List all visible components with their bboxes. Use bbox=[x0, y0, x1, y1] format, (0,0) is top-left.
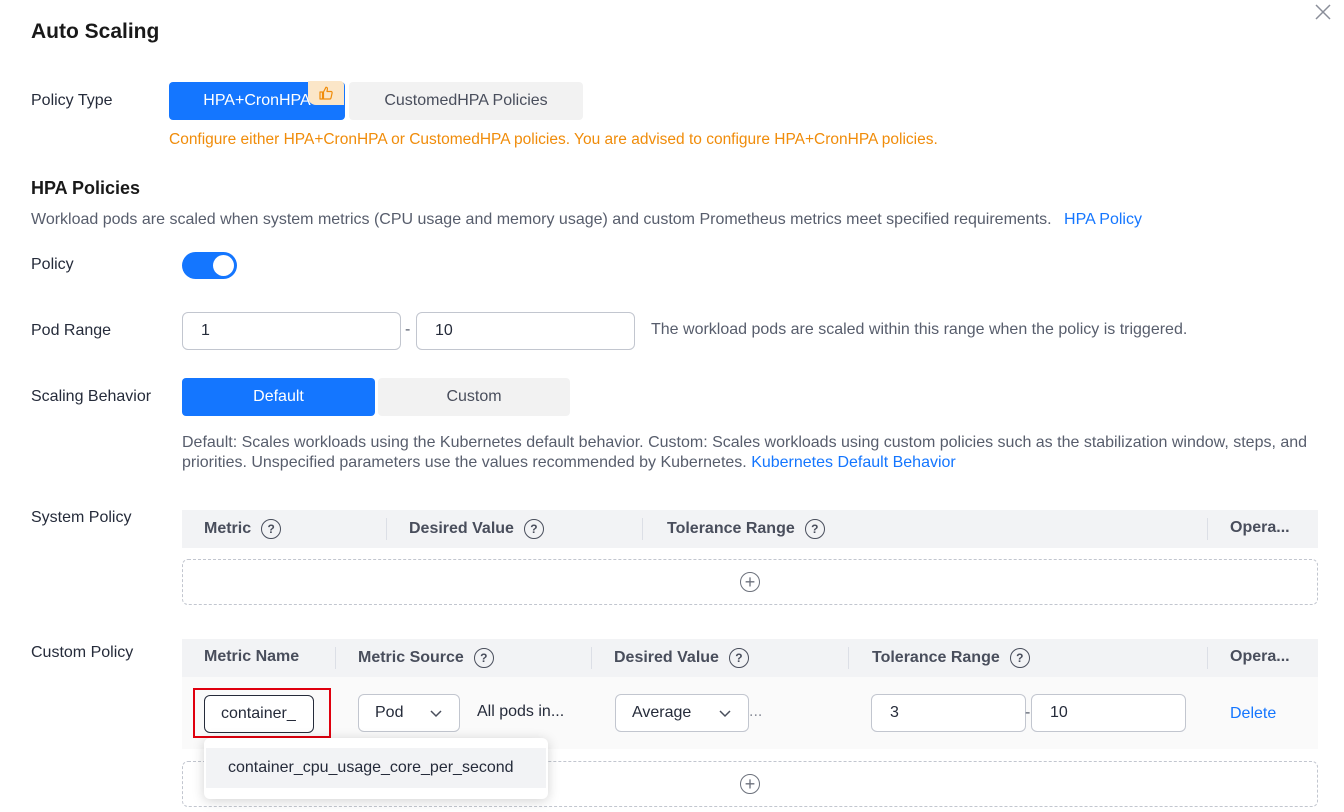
chevron-down-icon bbox=[430, 710, 442, 718]
metric-source-select[interactable]: Pod bbox=[358, 694, 460, 732]
policy-type-warning: Configure either HPA+CronHPA or Customed… bbox=[169, 131, 938, 148]
custom-col-desired-value: Desired Value? bbox=[614, 648, 749, 668]
delete-row-link[interactable]: Delete bbox=[1230, 705, 1276, 723]
system-col-metric-label: Metric bbox=[204, 520, 252, 537]
thumbs-up-icon bbox=[308, 81, 344, 105]
pod-range-hint: The workload pods are scaled within this… bbox=[651, 321, 1188, 338]
dialog-title: Auto Scaling bbox=[31, 20, 160, 43]
system-col-metric: Metric? bbox=[204, 519, 282, 539]
scaling-behavior-label: Scaling Behavior bbox=[31, 388, 152, 405]
custom-col-operation: Opera... bbox=[1230, 648, 1290, 665]
metric-source-value: Pod bbox=[375, 704, 404, 721]
custom-policy-table-header: Metric Name Metric Source? Desired Value… bbox=[182, 639, 1318, 677]
system-policy-table-header: Metric? Desired Value? Tolerance Range? … bbox=[182, 510, 1318, 548]
column-divider bbox=[591, 647, 592, 669]
policy-type-label: Policy Type bbox=[31, 92, 113, 109]
custom-col-desired-value-label: Desired Value bbox=[614, 649, 719, 666]
hpa-description-text: Workload pods are scaled when system met… bbox=[31, 211, 1052, 228]
help-icon[interactable]: ? bbox=[473, 648, 494, 668]
highlight-box bbox=[193, 688, 331, 738]
scaling-behavior-custom-button[interactable]: Custom bbox=[378, 378, 570, 416]
system-col-tolerance-range-label: Tolerance Range bbox=[667, 520, 795, 537]
system-policy-add-button[interactable]: + bbox=[182, 559, 1318, 605]
policy-type-customedhpa-button[interactable]: CustomedHPA Policies bbox=[349, 82, 583, 120]
system-policy-label: System Policy bbox=[31, 509, 132, 526]
system-col-desired-value: Desired Value? bbox=[409, 519, 544, 539]
suggestion-item[interactable]: container_cpu_usage_core_per_second bbox=[206, 748, 546, 788]
custom-policy-label: Custom Policy bbox=[31, 644, 134, 661]
scaling-behavior-default-button[interactable]: Default bbox=[182, 378, 375, 416]
column-divider bbox=[1207, 518, 1208, 540]
pod-range-label: Pod Range bbox=[31, 322, 112, 339]
desired-value-type-select[interactable]: Average bbox=[615, 694, 749, 732]
scaling-behavior-description-text: Default: Scales workloads using the Kube… bbox=[182, 434, 1308, 471]
custom-col-tolerance-range-label: Tolerance Range bbox=[872, 649, 1000, 666]
system-col-tolerance-range: Tolerance Range? bbox=[667, 519, 825, 539]
hpa-description: Workload pods are scaled when system met… bbox=[31, 211, 1142, 229]
custom-col-metric-source: Metric Source? bbox=[358, 648, 494, 668]
desired-value-type-value: Average bbox=[632, 704, 692, 721]
tolerance-separator: - bbox=[1025, 704, 1031, 721]
pod-range-max-input[interactable]: 10 bbox=[416, 312, 635, 350]
custom-col-metric-name: Metric Name bbox=[204, 648, 300, 665]
hpa-section-title: HPA Policies bbox=[31, 178, 141, 198]
plus-circle-icon: + bbox=[740, 572, 760, 592]
pod-range-separator: - bbox=[405, 321, 411, 338]
column-divider bbox=[642, 518, 643, 540]
system-col-desired-value-label: Desired Value bbox=[409, 520, 514, 537]
custom-col-metric-source-label: Metric Source bbox=[358, 649, 464, 666]
kubernetes-default-behavior-link[interactable]: Kubernetes Default Behavior bbox=[751, 454, 956, 471]
system-col-operation: Opera... bbox=[1230, 519, 1290, 536]
policy-toggle[interactable] bbox=[182, 252, 237, 279]
column-divider bbox=[848, 647, 849, 669]
column-divider bbox=[386, 518, 387, 540]
policy-label: Policy bbox=[31, 256, 74, 273]
custom-col-tolerance-range: Tolerance Range? bbox=[872, 648, 1030, 668]
column-divider bbox=[1207, 647, 1208, 669]
column-divider bbox=[335, 647, 336, 669]
desired-value-truncated: ... bbox=[749, 703, 763, 720]
pod-range-min-input[interactable]: 1 bbox=[182, 312, 401, 350]
help-icon[interactable]: ? bbox=[1009, 648, 1030, 668]
metric-name-suggestions: container_cpu_usage_core_per_second bbox=[204, 738, 548, 799]
scaling-behavior-description: Default: Scales workloads using the Kube… bbox=[182, 433, 1322, 473]
close-icon[interactable] bbox=[1313, 2, 1333, 22]
help-icon[interactable]: ? bbox=[728, 648, 749, 668]
help-icon[interactable]: ? bbox=[523, 519, 544, 539]
chevron-down-icon bbox=[719, 710, 731, 718]
plus-circle-icon: + bbox=[740, 774, 760, 794]
tolerance-max-input[interactable]: 10 bbox=[1031, 694, 1186, 732]
help-icon[interactable]: ? bbox=[804, 519, 825, 539]
toggle-knob bbox=[213, 255, 234, 276]
tolerance-min-input[interactable]: 3 bbox=[871, 694, 1026, 732]
metric-source-scope: All pods in... bbox=[477, 703, 565, 720]
help-icon[interactable]: ? bbox=[261, 519, 282, 539]
hpa-policy-link[interactable]: HPA Policy bbox=[1064, 211, 1142, 228]
